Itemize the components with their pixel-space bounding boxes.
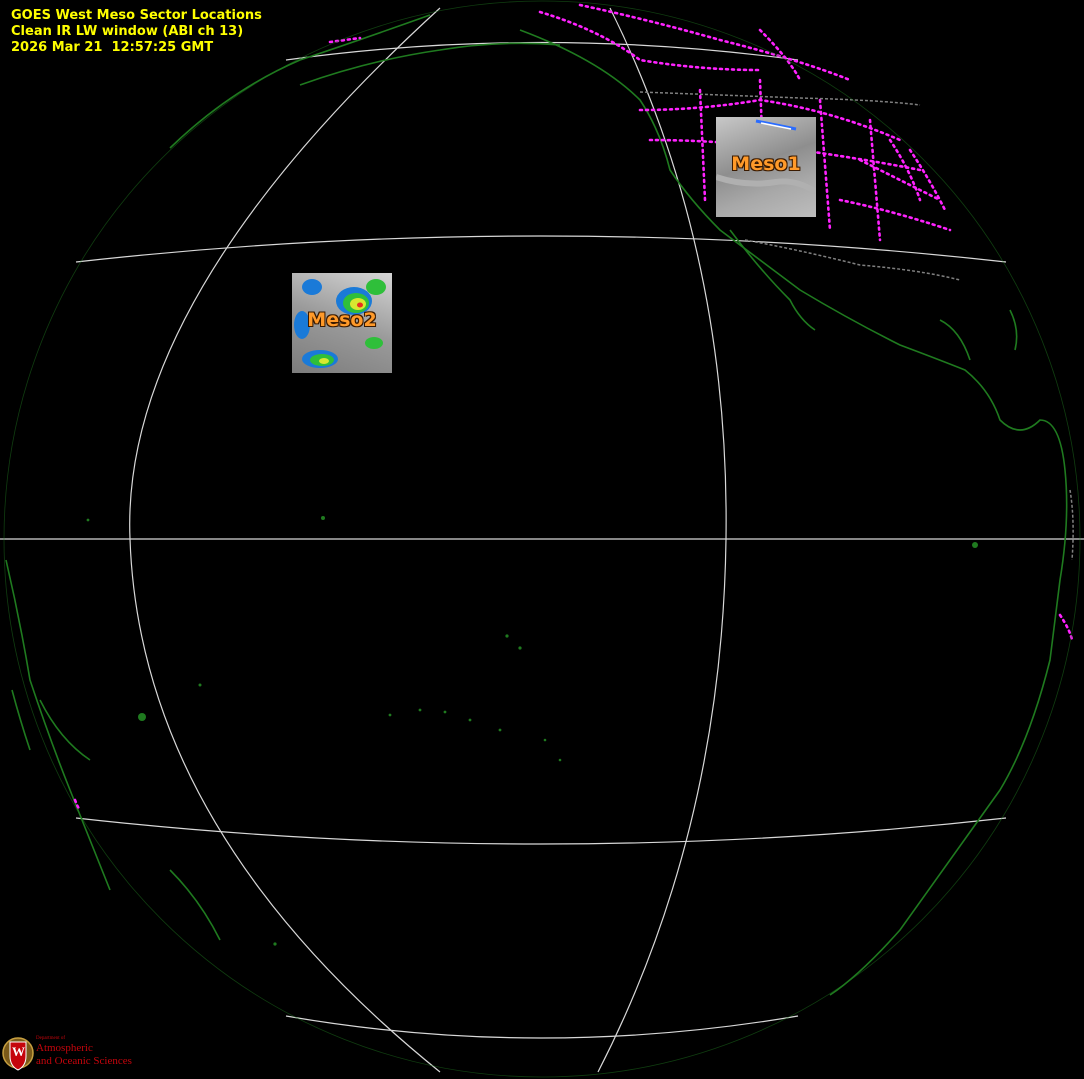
meso1-sector[interactable]: Meso1 xyxy=(716,117,816,217)
meso2-label: Meso2 xyxy=(307,309,377,331)
meso2-sector[interactable]: Meso2 xyxy=(292,273,392,373)
shield-letter: W xyxy=(12,1044,25,1059)
meso1-label: Meso1 xyxy=(731,153,801,175)
title-line-1: GOES West Meso Sector Locations xyxy=(11,8,262,23)
title-line-3: 2026 Mar 21 12:57:25 GMT xyxy=(11,40,214,55)
logo-dept: Department of xyxy=(36,1036,66,1041)
logo-line-2: and Oceanic Sciences xyxy=(36,1055,132,1067)
full-disk-map xyxy=(0,0,1084,1079)
uw-aos-logo: W Department of Atmospheric and Oceanic … xyxy=(2,1032,152,1076)
title-line-2: Clean IR LW window (ABI ch 13) xyxy=(11,24,244,39)
logo-line-1: Atmospheric xyxy=(36,1042,93,1054)
